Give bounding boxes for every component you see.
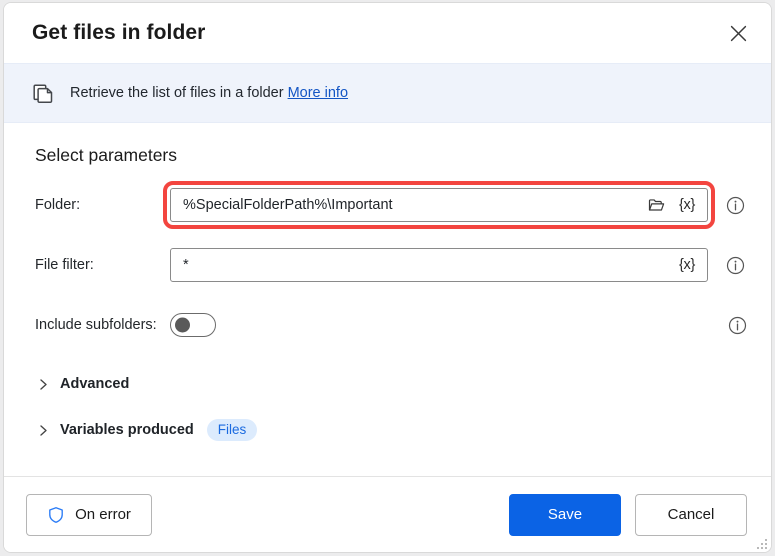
dialog-window: Get files in folder Retrieve the list of…: [3, 2, 772, 553]
chevron-right-icon: [35, 422, 51, 438]
on-error-button[interactable]: On error: [26, 493, 152, 536]
expander-variables-produced[interactable]: Variables produced Files: [4, 418, 771, 442]
field-row-include-subfolders: Include subfolders:: [4, 308, 771, 342]
section-title: Select parameters: [35, 145, 178, 165]
file-filter-variable-button[interactable]: {x}: [676, 253, 698, 277]
variable-pill-files[interactable]: Files: [206, 418, 258, 442]
field-row-folder: Folder: %SpecialFolderPath%\Important {x…: [4, 181, 771, 229]
file-filter-input[interactable]: * {x}: [170, 248, 708, 282]
file-filter-label: File filter:: [35, 257, 94, 273]
file-filter-info-button[interactable]: [725, 255, 745, 275]
folder-label: Folder:: [35, 197, 81, 213]
open-folder-button[interactable]: [645, 193, 667, 217]
info-icon: [726, 196, 744, 214]
save-button[interactable]: Save: [509, 493, 621, 536]
variable-icon: {x}: [678, 257, 696, 273]
banner-description: Retrieve the list of files in a folder: [70, 85, 284, 101]
dialog-footer: On error Save Cancel: [4, 476, 771, 552]
banner-text: Retrieve the list of files in a folder Mo…: [70, 85, 348, 101]
folder-info-button[interactable]: [725, 195, 745, 215]
dialog-title: Get files in folder: [32, 21, 206, 44]
folder-input[interactable]: %SpecialFolderPath%\Important {x}: [163, 181, 715, 229]
cancel-button[interactable]: Cancel: [635, 493, 747, 536]
expander-variables-produced-label: Variables produced: [60, 422, 194, 438]
description-banner: Retrieve the list of files in a folder Mo…: [4, 63, 771, 123]
variable-icon: {x}: [678, 197, 696, 213]
close-icon: [730, 25, 746, 41]
folder-input-adornments: {x}: [645, 193, 707, 217]
dialog-titlebar: Get files in folder: [4, 3, 771, 63]
copy-files-icon: [32, 81, 56, 105]
close-button[interactable]: [719, 14, 757, 52]
include-subfolders-toggle[interactable]: [170, 313, 216, 337]
expander-advanced[interactable]: Advanced: [4, 372, 771, 396]
dialog-body: Select parameters Folder: %SpecialFolder…: [4, 123, 771, 476]
file-filter-input-value[interactable]: *: [171, 249, 676, 281]
folder-variable-button[interactable]: {x}: [676, 193, 698, 217]
include-subfolders-info-button[interactable]: [727, 315, 747, 335]
field-row-file-filter: File filter: * {x}: [4, 248, 771, 282]
info-icon: [726, 256, 744, 274]
include-subfolders-label: Include subfolders:: [35, 317, 157, 333]
chevron-right-icon: [35, 376, 51, 392]
resize-grip-icon[interactable]: [755, 537, 767, 549]
on-error-label: On error: [75, 506, 131, 523]
shield-icon: [49, 506, 63, 523]
toggle-knob: [175, 317, 190, 333]
file-filter-input-adornments: {x}: [676, 253, 707, 277]
info-icon: [728, 316, 746, 334]
expander-advanced-label: Advanced: [60, 376, 130, 392]
folder-input-value[interactable]: %SpecialFolderPath%\Important: [171, 189, 645, 221]
more-info-link[interactable]: More info: [288, 85, 348, 101]
open-folder-icon: [648, 198, 664, 211]
